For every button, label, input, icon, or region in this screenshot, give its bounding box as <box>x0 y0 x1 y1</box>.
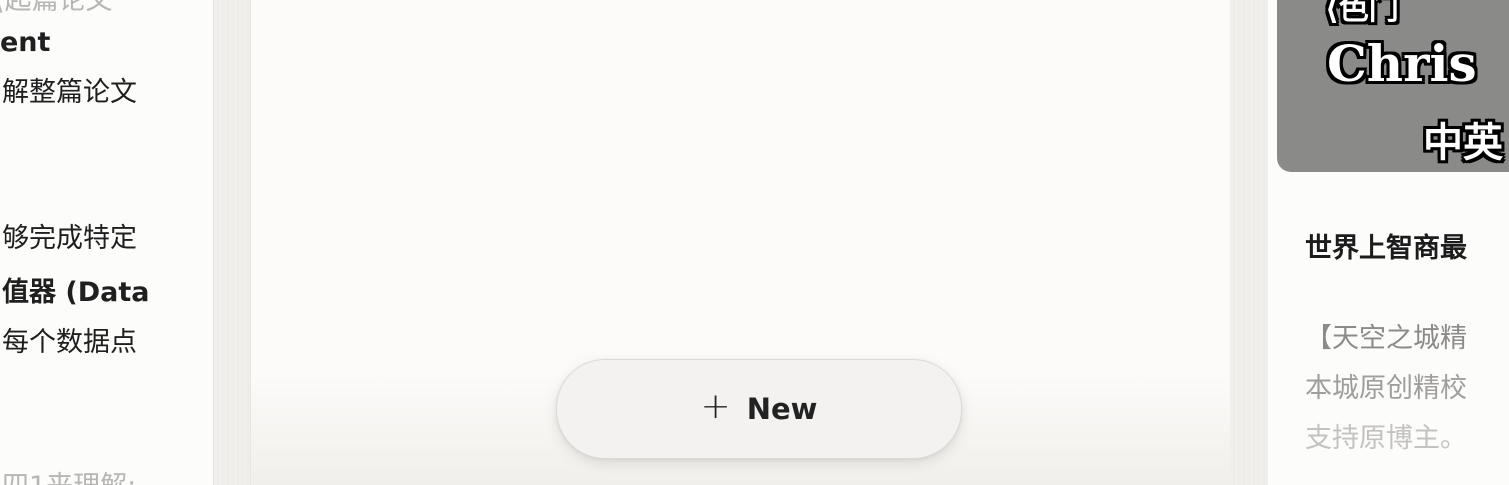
center-panel: + New <box>250 0 1232 485</box>
panel-gutter <box>1230 0 1268 485</box>
plus-icon: + <box>700 386 731 427</box>
thumbnail-text: Chris <box>1327 34 1477 93</box>
thumbnail-text: ⟨色门 <box>1325 0 1399 27</box>
card-description-line: 本城原创精校 <box>1305 373 1467 404</box>
new-button[interactable]: + New <box>556 359 962 459</box>
text-line: 解整篇论文 <box>2 77 137 108</box>
text-line: ent <box>0 27 51 58</box>
panel-gutter <box>214 0 250 485</box>
text-line: 每个数据点 <box>2 327 137 358</box>
text-line: 够完成特定 <box>2 223 137 254</box>
card-title[interactable]: 世界上智商最 <box>1305 226 1467 265</box>
card-description-line: 支持原博主。 <box>1305 423 1467 454</box>
text-line: 值器 (Data <box>2 277 150 308</box>
video-card[interactable]: ⟨色门 Chris 中英 世界上智商最 【天空之城精 本城原创精校 支持原博主。 <box>1268 0 1509 485</box>
new-button-label: New <box>746 392 818 426</box>
video-thumbnail[interactable]: ⟨色门 Chris 中英 <box>1277 0 1509 172</box>
card-description-line: 【天空之城精 <box>1305 323 1467 354</box>
thumbnail-text: 中英 <box>1423 119 1503 166</box>
text-line: 四1来理解: <box>2 470 136 485</box>
left-text-panel: ⟨起篇论文 ent 解整篇论文 够完成特定 值器 (Data 每个数据点 四1来… <box>0 0 214 485</box>
text-line: ⟨起篇论文 <box>0 0 113 16</box>
